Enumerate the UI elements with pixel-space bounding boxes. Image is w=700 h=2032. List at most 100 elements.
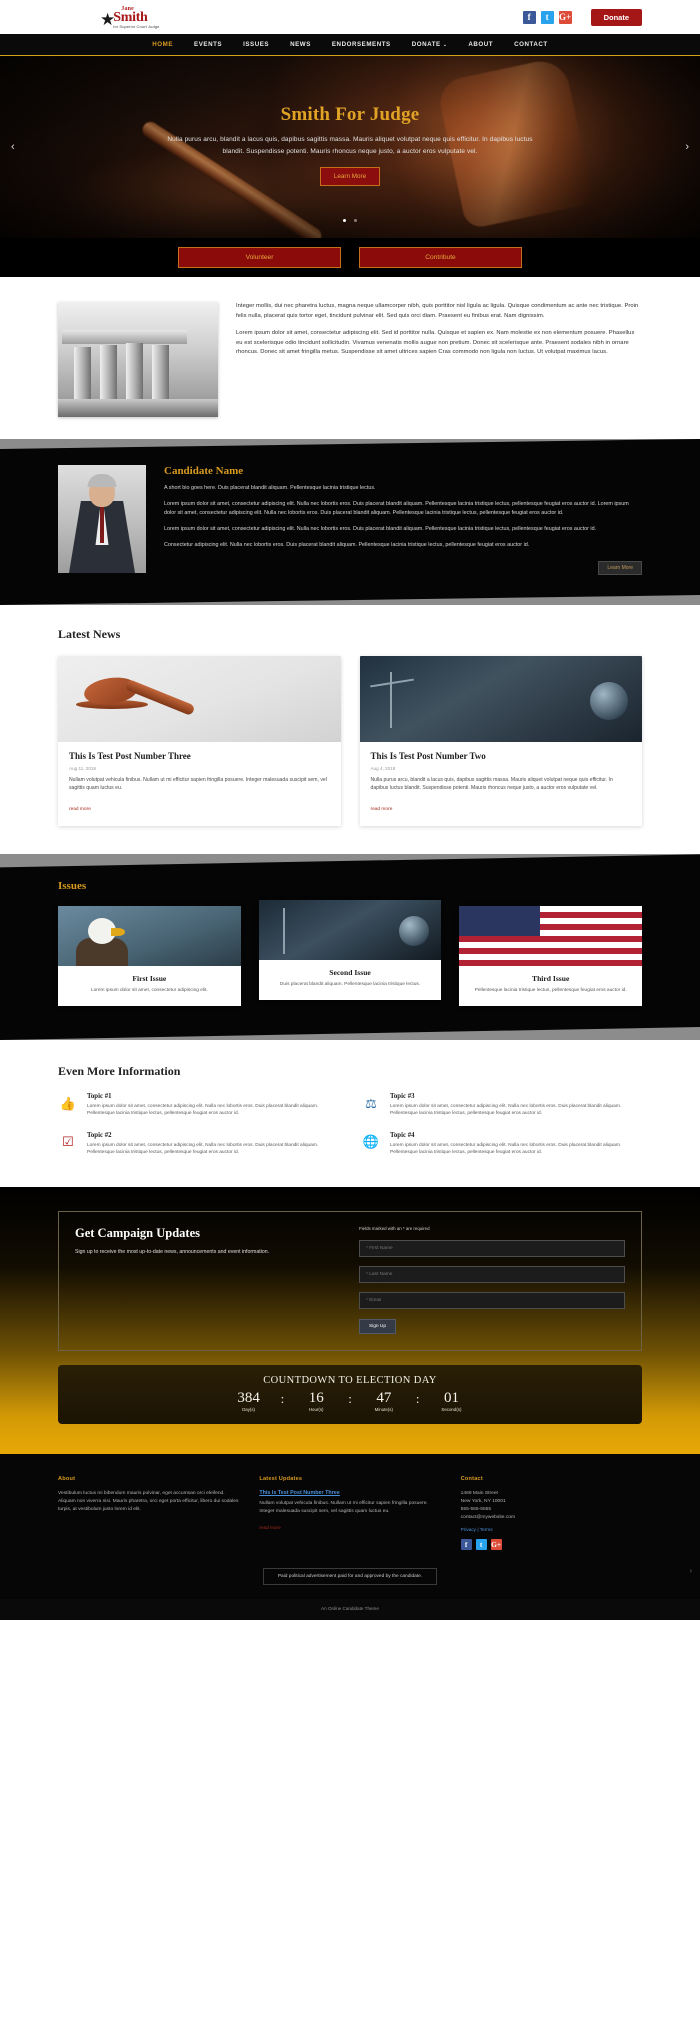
news-card-excerpt: Nulla purus arcu, blandit a lacus quis, … — [370, 777, 613, 792]
logo-last-name: Smith — [113, 9, 148, 25]
countdown-seconds: 01 Second(s) — [431, 1390, 471, 1412]
topic-item: 👍 Topic #1 Lorem ipsum dolor sit amet, c… — [58, 1093, 339, 1118]
nav-item-endorsements[interactable]: ENDORSEMENTS — [332, 41, 391, 48]
intro-section: Integer mollis, dui nec pharetra luctus,… — [0, 277, 700, 439]
flag-image — [459, 906, 643, 967]
topic-item: ☑ Topic #2 Lorem ipsum dolor sit amet, c… — [58, 1132, 339, 1157]
nav-item-home[interactable]: HOME — [152, 41, 173, 48]
facebook-icon[interactable]: f — [522, 10, 536, 24]
candidate-paragraph-4: Consectetur adipiscing elit. Nulla nec l… — [164, 542, 530, 548]
topic-title: Topic #4 — [390, 1131, 415, 1139]
countdown-days-value: 384 — [237, 1389, 260, 1406]
footer-latest-post-link[interactable]: This Is Test Post Number Three — [259, 1490, 440, 1496]
countdown-days: 384 Day(s) — [229, 1390, 269, 1412]
more-information-section: Even More Information 👍 Topic #1 Lorem i… — [0, 1040, 700, 1187]
pediment-shape — [62, 330, 187, 344]
signup-countdown-section: Get Campaign Updates Sign up to receive … — [0, 1186, 700, 1454]
countdown-separator: : — [348, 1390, 352, 1406]
chevron-down-icon: ⌄ — [442, 42, 448, 47]
hero-subtitle: Nulla purus arcu, blandit a lacus quis, … — [167, 136, 533, 155]
countdown-days-label: Day(s) — [242, 1406, 256, 1412]
footer-contact-heading: Contact — [460, 1475, 483, 1482]
signup-title: Get Campaign Updates — [75, 1225, 201, 1240]
footer-address-line-1: 1469 Main Street — [460, 1490, 498, 1496]
signup-form: Get Campaign Updates Sign up to receive … — [58, 1210, 642, 1351]
news-thumbnail-scales — [359, 656, 642, 742]
candidate-paragraph-3: Lorem ipsum dolor sit amet, consectetur … — [164, 526, 597, 532]
donate-button[interactable]: Donate — [590, 8, 642, 26]
candidate-paragraph-1: A short bio goes here. Duis placerat bla… — [164, 485, 376, 491]
first-name-input[interactable] — [359, 1239, 625, 1257]
slider-dot-1[interactable] — [342, 219, 346, 222]
countdown-title: COUNTDOWN TO ELECTION DAY — [263, 1374, 437, 1386]
hero-learn-more-button[interactable]: Learn More — [319, 167, 381, 186]
issue-card-title: Third Issue — [532, 974, 570, 984]
twitter-icon[interactable]: t — [475, 1538, 487, 1550]
twitter-icon[interactable]: t — [540, 10, 554, 24]
issue-card[interactable]: Third Issue Pellentesque lacinia tristiq… — [459, 906, 643, 1006]
latest-news-title: Latest News — [58, 627, 121, 641]
news-read-more-link[interactable]: read more — [371, 807, 393, 812]
eagle-image — [58, 906, 241, 967]
countdown-seconds-label: Second(s) — [441, 1406, 462, 1412]
globe-icon: 🌐 — [362, 1134, 380, 1150]
news-card-date: Aug 4, 2018 — [370, 766, 396, 771]
issue-card[interactable]: First Issue Lorem ipsum dolor sit amet, … — [58, 906, 241, 1006]
news-card-date: Aug 11, 2018 — [69, 766, 96, 771]
hero-title: Smith For Judge — [280, 104, 420, 125]
nav-item-about[interactable]: ABOUT — [468, 41, 493, 48]
slider-dot-2[interactable] — [354, 219, 358, 222]
news-card[interactable]: This Is Test Post Number Three Aug 11, 2… — [58, 656, 341, 827]
more-information-title: Even More Information — [58, 1064, 181, 1078]
scales-globe-image — [258, 900, 442, 961]
slider-next-arrow[interactable]: › — [685, 141, 689, 153]
topic-text: Lorem ipsum dolor sit amet, consectetur … — [390, 1142, 622, 1156]
nav-item-events[interactable]: EVENTS — [194, 41, 222, 48]
footer-latest-column: Latest Updates This Is Test Post Number … — [259, 1476, 440, 1550]
footer-about-text: Vestibulum luctus mi bibendum mauris pul… — [58, 1490, 239, 1512]
footer-read-more-link[interactable]: read more — [259, 1525, 280, 1530]
candidate-learn-more-button[interactable]: Learn More — [598, 561, 642, 575]
issue-card[interactable]: Second Issue Duis placerat blandit aliqu… — [258, 900, 442, 1000]
google-plus-icon[interactable]: G+ — [558, 10, 572, 24]
privacy-link[interactable]: Privacy — [461, 1527, 476, 1532]
news-card-title[interactable]: This Is Test Post Number Three — [69, 751, 330, 761]
slider-prev-arrow[interactable]: ‹ — [11, 141, 15, 153]
topic-title: Topic #3 — [390, 1093, 415, 1100]
nav-item-contact[interactable]: CONTACT — [514, 41, 548, 48]
theme-credit: An Online Candidate Theme — [0, 1598, 700, 1620]
news-read-more-link[interactable]: read more — [69, 807, 91, 812]
disclaimer-text: Paid political advertisement paid for an… — [262, 1567, 438, 1585]
hair-shape — [87, 474, 117, 487]
footer-email[interactable]: contact@mywebsite.com — [461, 1514, 642, 1522]
scales-icon: ⚖ — [365, 1095, 377, 1111]
intro-text: Integer mollis, dui nec pharetra luctus,… — [236, 302, 642, 417]
facebook-icon[interactable]: f — [460, 1538, 472, 1550]
latest-news-section: Latest News This Is Test Post Number Thr… — [0, 605, 700, 855]
terms-link[interactable]: Terms — [480, 1527, 493, 1532]
countdown-hours-value: 16 — [308, 1389, 324, 1406]
google-plus-icon[interactable]: G+ — [490, 1538, 502, 1550]
signup-submit-button[interactable]: Sign Up — [359, 1318, 397, 1334]
nav-item-issues[interactable]: ISSUES — [243, 41, 269, 48]
news-card-title[interactable]: This Is Test Post Number Two — [371, 751, 632, 761]
footer-about-heading: About — [58, 1475, 76, 1482]
hero-slider: ‹ › Smith For Judge Nulla purus arcu, bl… — [0, 56, 700, 238]
issue-card-title: First Issue — [132, 974, 167, 984]
email-input[interactable] — [359, 1291, 625, 1309]
nav-item-donate[interactable]: DONATE ⌄ — [412, 41, 448, 48]
countdown-minutes: 47 Minute(s) — [364, 1390, 404, 1412]
nav-item-news[interactable]: NEWS — [290, 41, 311, 48]
news-card[interactable]: This Is Test Post Number Two Aug 4, 2018… — [359, 656, 642, 827]
cta-bar: Volunteer Contribute — [0, 238, 700, 277]
volunteer-button[interactable]: Volunteer — [178, 247, 341, 268]
footer-legal-links: Privacy | Terms — [461, 1527, 642, 1532]
contribute-button[interactable]: Contribute — [359, 247, 522, 268]
scroll-to-top-icon[interactable]: › — [690, 1568, 692, 1575]
issue-card-title: Second Issue — [329, 968, 371, 978]
courthouse-image — [58, 302, 218, 417]
site-logo[interactable]: ★ Jane Smith for Superior Court Judge — [100, 6, 159, 29]
last-name-input[interactable] — [359, 1265, 625, 1283]
news-card-excerpt: Nullam volutpat vehicula finibus. Nullam… — [69, 777, 327, 792]
topic-text: Lorem ipsum dolor sit amet, consectetur … — [87, 1104, 319, 1117]
